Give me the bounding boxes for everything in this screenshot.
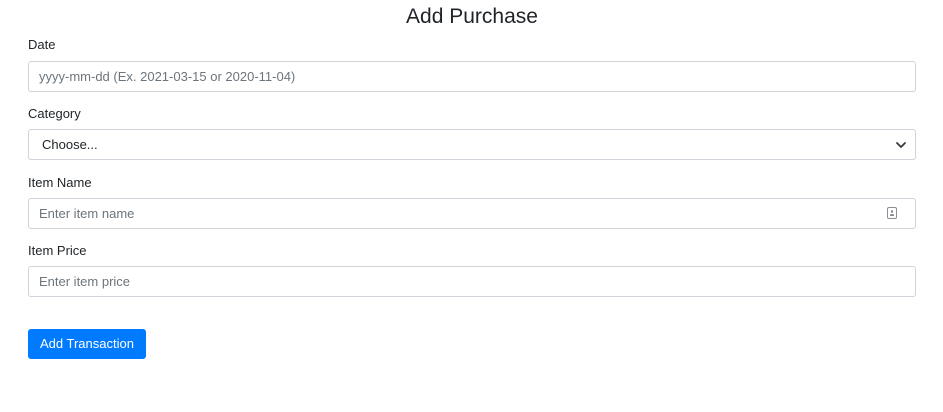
category-selected-value: Choose... (42, 137, 98, 152)
date-field-group: Date (28, 37, 916, 53)
chevron-down-icon (895, 139, 907, 151)
item-name-input[interactable] (28, 198, 916, 229)
item-name-field-group: Item Name (28, 175, 916, 191)
category-select[interactable]: Choose... (28, 129, 916, 160)
category-field-group: Category (28, 106, 916, 122)
item-price-label: Item Price (28, 243, 87, 258)
item-price-input[interactable] (28, 266, 916, 297)
date-input[interactable] (28, 61, 916, 92)
item-name-label: Item Name (28, 175, 92, 190)
date-label: Date (28, 37, 56, 52)
category-label: Category (28, 106, 81, 121)
add-purchase-form: Add Purchase Date Category Choose... Ite… (28, 0, 916, 359)
autofill-contact-icon[interactable] (887, 207, 897, 219)
item-name-input-wrapper (28, 198, 916, 229)
item-price-field-group: Item Price (28, 243, 916, 259)
page-title: Add Purchase (406, 5, 538, 28)
add-transaction-button[interactable]: Add Transaction (28, 329, 146, 359)
